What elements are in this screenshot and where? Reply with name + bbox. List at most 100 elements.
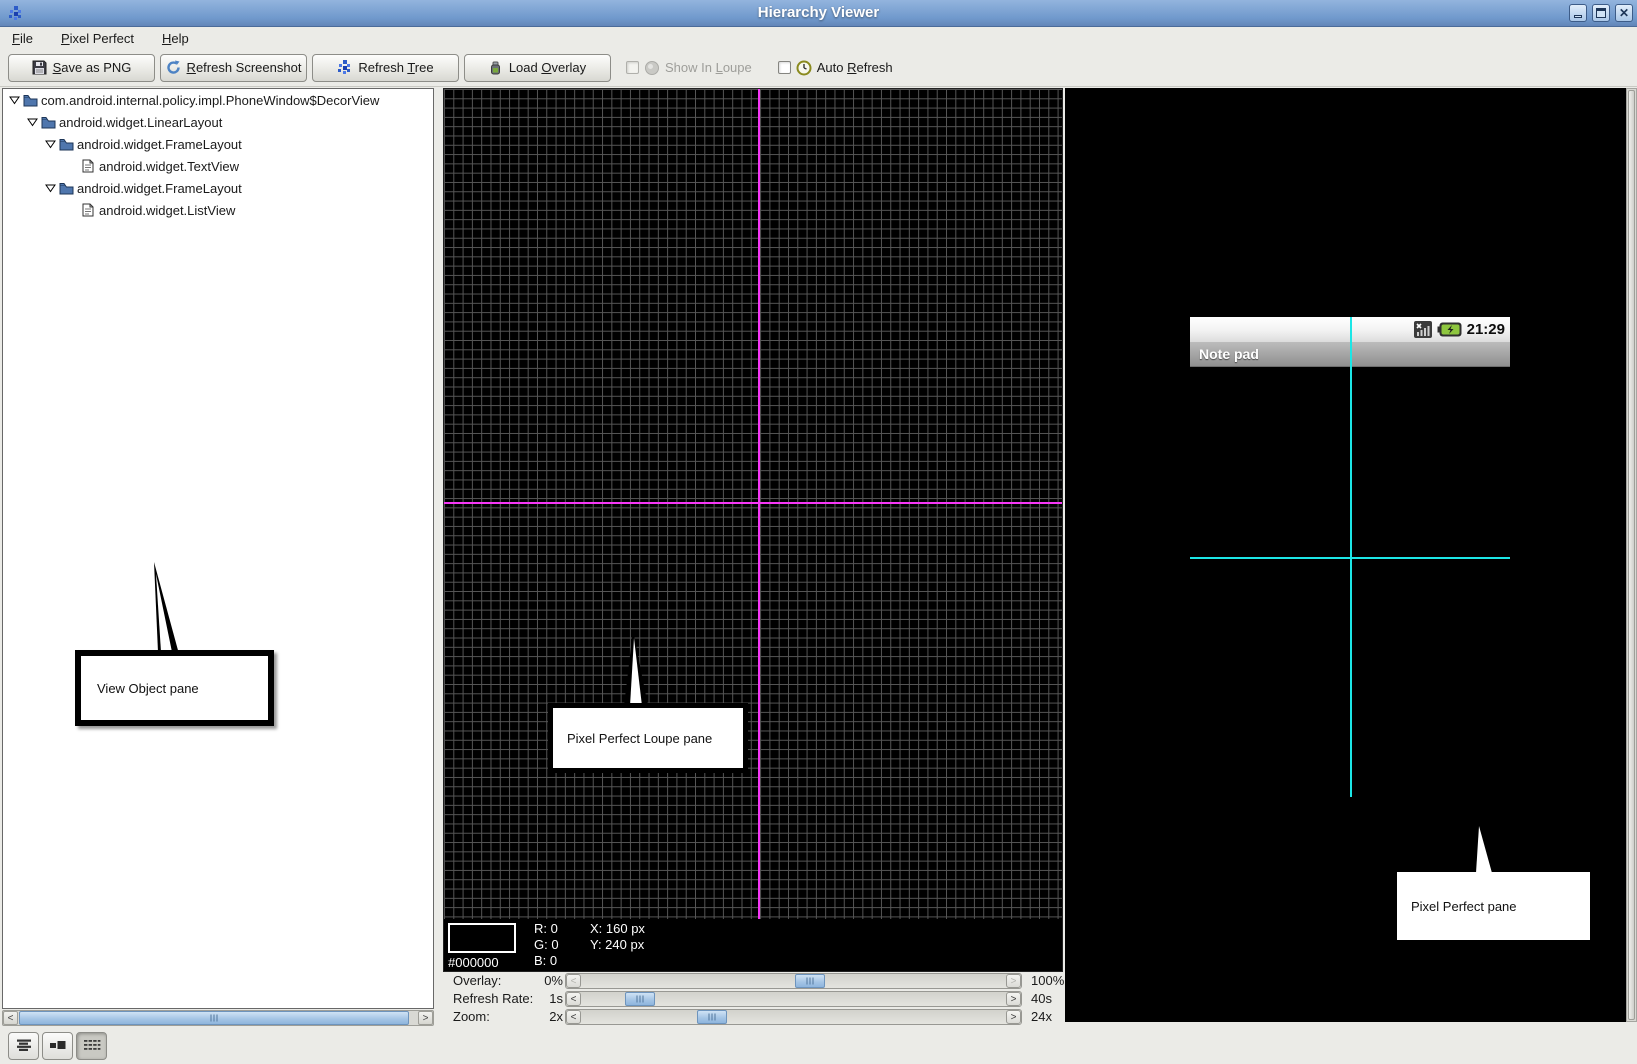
device-crosshair-horizontal	[1190, 557, 1510, 559]
load-overlay-button[interactable]: Load Overlay	[464, 54, 611, 82]
loupe-icon	[644, 60, 660, 76]
overlay-slider-row: Overlay: 0% < > 100%	[443, 973, 1068, 990]
tree-item-linearlayout[interactable]: android.widget.LinearLayout	[3, 111, 433, 133]
expander-icon[interactable]	[25, 117, 39, 127]
hierarchy-viewer-window: Hierarchy Viewer ✕ File Pixel Perfect He…	[0, 0, 1637, 1064]
overlay-slider[interactable]: < >	[565, 973, 1022, 989]
loupe-callout: Pixel Perfect Loupe pane	[548, 703, 748, 773]
show-in-loupe-checkbox[interactable]	[626, 61, 639, 74]
close-button[interactable]: ✕	[1615, 4, 1633, 22]
expander-icon[interactable]	[7, 95, 21, 105]
maximize-button[interactable]	[1592, 4, 1610, 22]
callout-text: Pixel Perfect pane	[1411, 899, 1517, 914]
green-value: G: 0	[534, 937, 559, 953]
toolbar: Save as PNG Refresh Screenshot Refresh T…	[0, 49, 1637, 87]
close-icon: ✕	[1616, 5, 1632, 21]
floppy-icon	[32, 60, 47, 75]
expander-icon[interactable]	[43, 139, 57, 149]
zoom-slider-thumb[interactable]	[697, 1010, 727, 1024]
auto-refresh-checkbox[interactable]	[778, 61, 791, 74]
overlay-label: Overlay:	[453, 973, 501, 989]
refresh-icon	[166, 60, 181, 75]
refresh-rate-value: 1s	[531, 991, 563, 1007]
grid-mode-button[interactable]	[76, 1032, 107, 1060]
loupe-info-bar: #000000 R: 0 G: 0 B: 0 X: 160 px Y: 240 …	[444, 919, 1062, 971]
chevron-right-icon[interactable]: >	[1006, 992, 1021, 1006]
menu-pixel-perfect[interactable]: Pixel Perfect	[59, 29, 136, 48]
refresh-rate-max: 40s	[1031, 991, 1052, 1007]
refresh-screenshot-button[interactable]: Refresh Screenshot	[160, 54, 307, 82]
zoom-value: 2x	[531, 1009, 563, 1025]
menu-help[interactable]: Help	[160, 29, 191, 48]
refresh-tree-button[interactable]: Refresh Tree	[312, 54, 459, 82]
refresh-rate-label: Refresh Rate:	[453, 991, 533, 1007]
loupe-crosshair-vertical	[758, 89, 760, 919]
zoom-max: 24x	[1031, 1009, 1052, 1025]
zoom-label: Zoom:	[453, 1009, 490, 1025]
pixel-perfect-loupe-pane[interactable]: #000000 R: 0 G: 0 B: 0 X: 160 px Y: 240 …	[443, 88, 1063, 972]
pixel-perfect-mode-button[interactable]	[42, 1032, 73, 1060]
chevron-right-icon[interactable]: >	[418, 1011, 433, 1025]
save-as-png-button[interactable]: Save as PNG	[8, 54, 155, 82]
overlay-slider-thumb[interactable]	[795, 974, 825, 988]
view-object-pane[interactable]: com.android.internal.policy.impl.PhoneWi…	[2, 88, 434, 1009]
device-screenshot[interactable]: 21:29 Note pad	[1190, 317, 1510, 797]
chevron-left-icon[interactable]: <	[3, 1011, 18, 1025]
loupe-crosshair-horizontal	[444, 502, 1062, 504]
app-title: Note pad	[1199, 346, 1259, 362]
device-vertical-scrollbar[interactable]	[1626, 88, 1637, 1022]
chevron-right-icon[interactable]: >	[1006, 1010, 1021, 1024]
dashed-grid-icon	[83, 1039, 101, 1053]
folder-icon	[39, 116, 57, 129]
loupe-grid[interactable]	[444, 89, 1062, 919]
scrollbar-thumb[interactable]	[1628, 90, 1635, 1020]
tree-item-label: com.android.internal.policy.impl.PhoneWi…	[39, 93, 379, 108]
blue-value: B: 0	[534, 953, 559, 969]
callout-text: View Object pane	[97, 681, 199, 696]
color-swatch	[448, 923, 516, 953]
tree-item-framelayout-2[interactable]: android.widget.FrameLayout	[3, 177, 433, 199]
overlay-max: 100%	[1031, 973, 1064, 989]
pixel-perfect-callout: Pixel Perfect pane	[1397, 872, 1590, 940]
minimize-button[interactable]	[1569, 4, 1587, 22]
two-blocks-icon	[49, 1039, 66, 1053]
chevron-left-icon[interactable]: <	[566, 992, 581, 1006]
auto-refresh-toggle[interactable]: Auto Refresh	[778, 60, 893, 76]
tree-item-textview[interactable]: android.widget.TextView	[3, 155, 433, 177]
tree-item-listview[interactable]: android.widget.ListView	[3, 199, 433, 221]
folder-icon	[57, 138, 75, 151]
chevron-left-icon[interactable]: <	[566, 974, 581, 988]
tree-view-mode-button[interactable]	[8, 1032, 39, 1060]
tree-item-decorview[interactable]: com.android.internal.policy.impl.PhoneWi…	[3, 89, 433, 111]
status-time: 21:29	[1467, 321, 1505, 338]
chevron-left-icon[interactable]: <	[566, 1010, 581, 1024]
document-icon	[79, 159, 97, 173]
refresh-rate-slider-row: Refresh Rate: 1s < > 40s	[443, 991, 1068, 1008]
chevron-right-icon[interactable]: >	[1006, 974, 1021, 988]
overlay-icon	[489, 61, 503, 75]
menu-bar: File Pixel Perfect Help	[0, 27, 1637, 49]
title-bar: Hierarchy Viewer ✕	[0, 0, 1637, 27]
maximize-icon	[1596, 8, 1606, 18]
zoom-slider[interactable]: < >	[565, 1009, 1022, 1025]
window-title: Hierarchy Viewer	[0, 4, 1637, 21]
refresh-rate-slider-thumb[interactable]	[625, 992, 655, 1006]
hex-value: #000000	[448, 955, 499, 970]
minimize-icon	[1574, 15, 1582, 18]
x-coordinate: X: 160 px	[590, 921, 645, 937]
tree-item-label: android.widget.FrameLayout	[75, 137, 242, 152]
overlay-value: 0%	[531, 973, 563, 989]
clock-icon	[796, 60, 812, 76]
tree-item-label: android.widget.TextView	[97, 159, 239, 174]
tree-horizontal-scrollbar[interactable]: < >	[2, 1010, 434, 1026]
menu-file[interactable]: File	[10, 29, 35, 48]
tree-item-label: android.widget.FrameLayout	[75, 181, 242, 196]
tree-item-label: android.widget.ListView	[97, 203, 235, 218]
list-lines-icon	[16, 1039, 32, 1053]
tree-item-framelayout-1[interactable]: android.widget.FrameLayout	[3, 133, 433, 155]
battery-icon	[1437, 322, 1462, 337]
scrollbar-thumb[interactable]	[19, 1011, 409, 1025]
refresh-rate-slider[interactable]: < >	[565, 991, 1022, 1007]
expander-icon[interactable]	[43, 183, 57, 193]
show-in-loupe-toggle[interactable]: Show In Loupe	[626, 60, 752, 76]
